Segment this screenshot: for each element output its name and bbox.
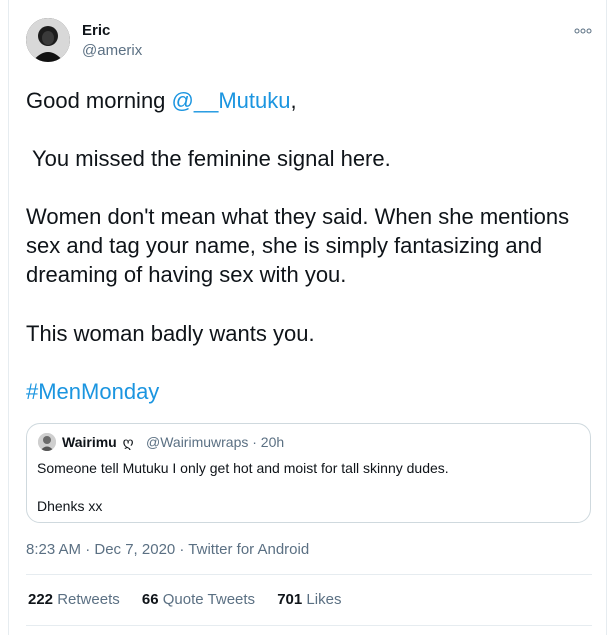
avatar[interactable]	[26, 18, 70, 62]
retweets-count: 222	[28, 591, 54, 608]
tweet-line-4: This woman badly wants you.	[26, 321, 315, 346]
likes-stat[interactable]: 701 Likes	[277, 591, 341, 608]
quote-text-1: Someone tell Mutuku I only get hot and m…	[37, 460, 449, 476]
quoted-tweet[interactable]: Wairimu ღ @Wairimuwraps · 20h Someone te…	[26, 423, 591, 523]
quotes-stat[interactable]: 66 Quote Tweets	[142, 591, 255, 608]
tweet-stats: 222 Retweets 66 Quote Tweets 701 Likes	[28, 591, 359, 608]
quote-text-2: Dhenks xx	[37, 498, 103, 514]
mention-link[interactable]: @__Mutuku	[172, 88, 291, 113]
quote-author-meta: @Wairimuwraps · 20h	[146, 434, 285, 450]
likes-count: 701	[277, 591, 303, 608]
quotes-label: Quote Tweets	[162, 591, 256, 608]
tweet-line-2: You missed the feminine signal here.	[32, 146, 391, 171]
ellipsis-icon	[574, 28, 592, 34]
author-handle[interactable]: @amerix	[82, 42, 142, 59]
avatar-image	[26, 18, 70, 62]
retweets-label: Retweets	[57, 591, 120, 608]
likes-label: Likes	[306, 591, 342, 608]
hashtag-link[interactable]: #MenMonday	[26, 377, 159, 406]
quote-avatar	[38, 433, 56, 451]
quote-author-name-text: Wairimu	[62, 434, 117, 450]
tweet-line-3: Women don't mean what they said. When sh…	[26, 204, 570, 287]
greeting-text: Good morning	[26, 88, 172, 113]
divider	[26, 625, 592, 626]
more-icon[interactable]	[574, 25, 592, 37]
tweet-greeting: Good morning @__Mutuku,	[26, 86, 297, 115]
quote-avatar-image	[38, 433, 56, 451]
quote-author-name: Wairimu ღ	[62, 434, 134, 451]
quotes-count: 66	[141, 591, 159, 608]
tweet-timestamp[interactable]: 8:23 AM · Dec 7, 2020 · Twitter for Andr…	[26, 541, 309, 558]
quote-author-emoji: ღ	[122, 434, 134, 450]
author-name[interactable]: Eric	[82, 22, 110, 39]
retweets-stat[interactable]: 222 Retweets	[28, 591, 120, 608]
divider	[26, 574, 592, 575]
greeting-comma: ,	[290, 88, 297, 113]
